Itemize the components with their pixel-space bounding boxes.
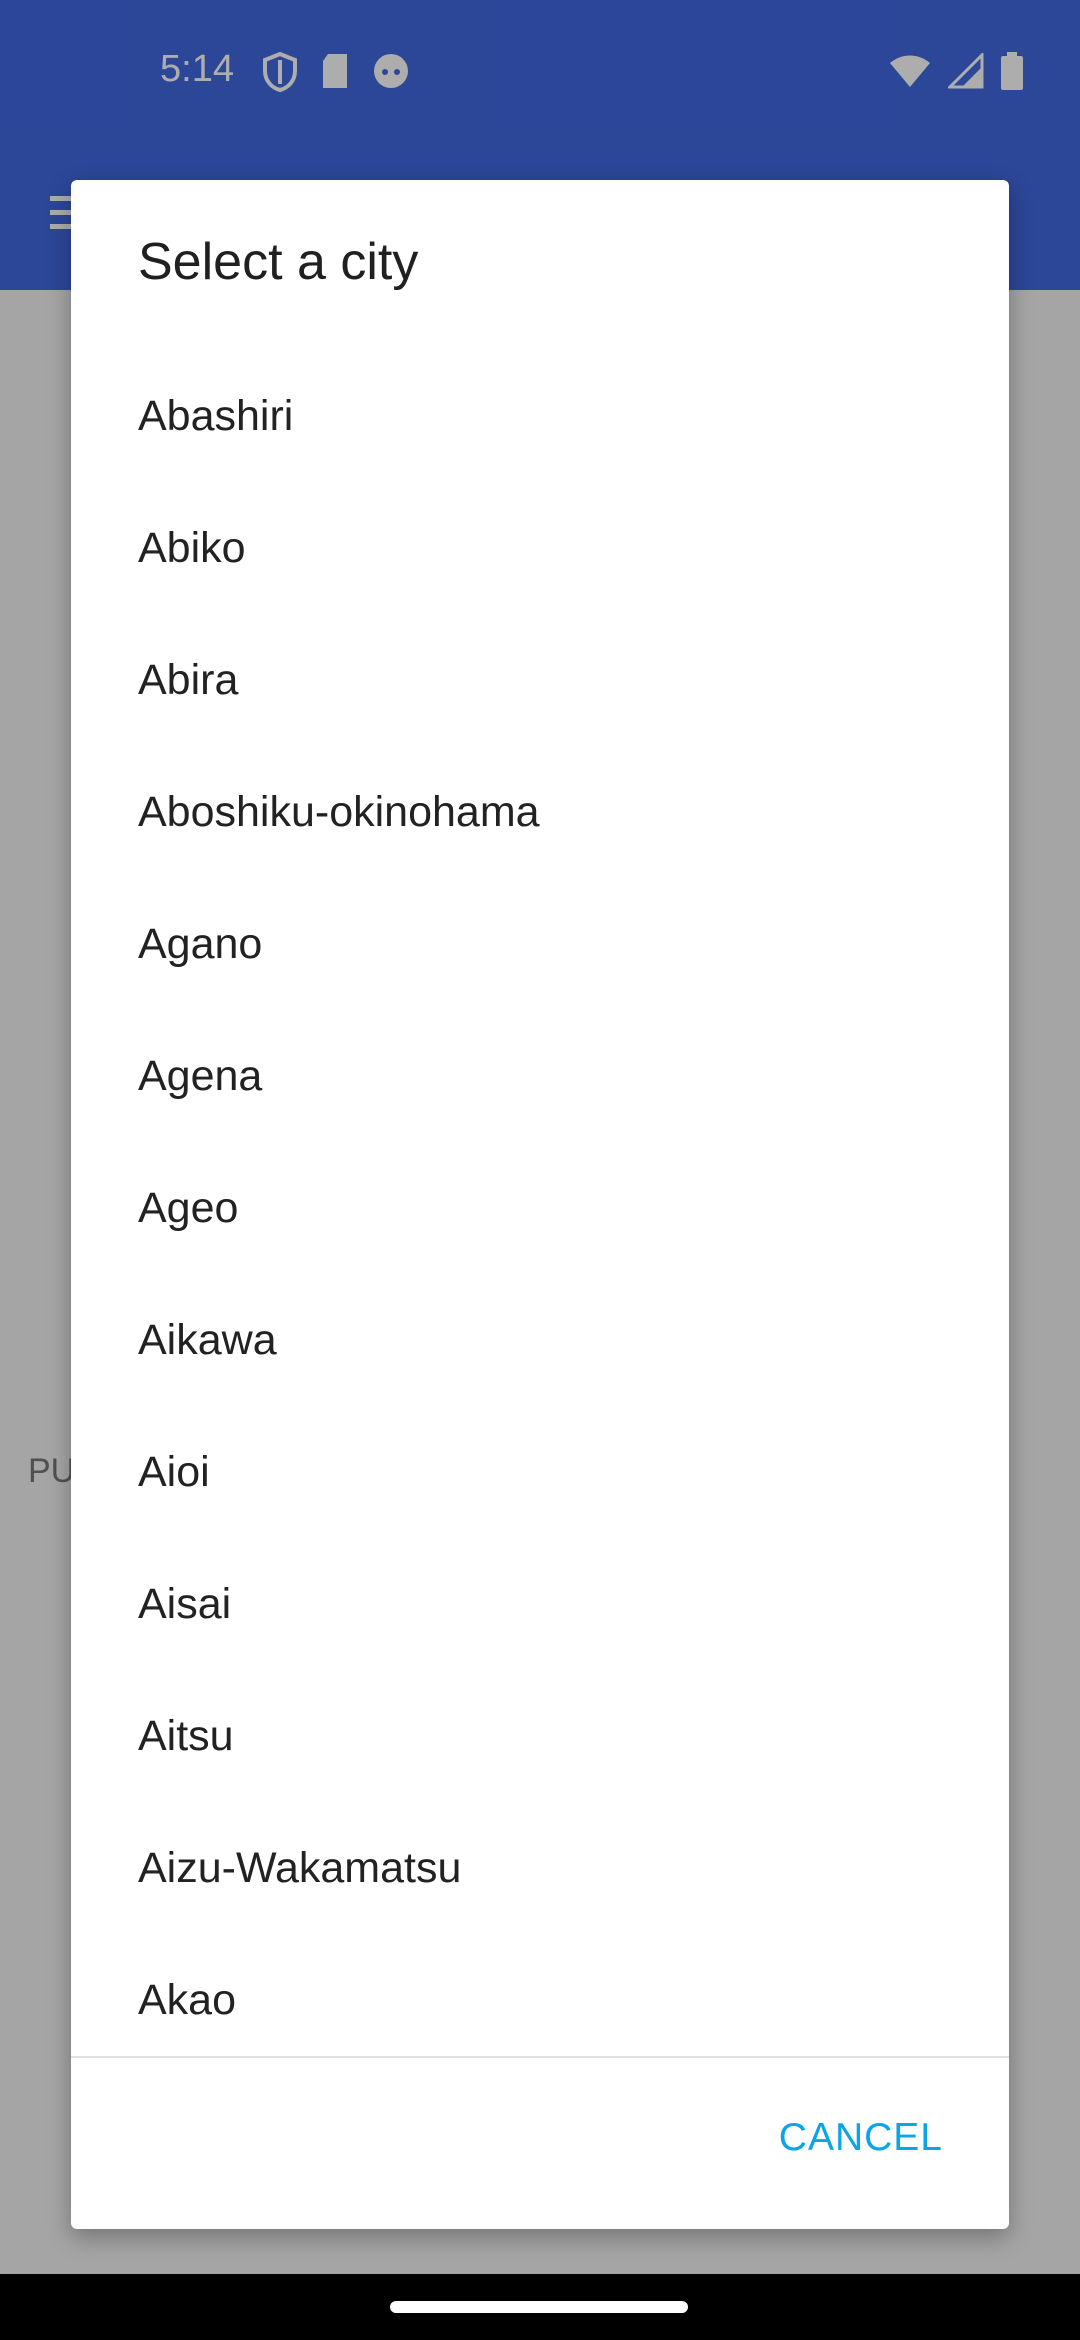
city-item[interactable]: Agena bbox=[71, 1010, 1009, 1142]
city-item[interactable]: Agano bbox=[71, 878, 1009, 1010]
city-item[interactable]: Aitsu bbox=[71, 1670, 1009, 1802]
dialog-title: Select a city bbox=[138, 233, 419, 291]
city-item[interactable]: Akao bbox=[71, 1934, 1009, 2066]
city-item[interactable]: Aisai bbox=[71, 1538, 1009, 1670]
city-select-dialog: Select a city Abashiri Abiko Abira Abosh… bbox=[71, 180, 1009, 2229]
city-item[interactable]: Ageo bbox=[71, 1142, 1009, 1274]
city-item[interactable]: Abashiri bbox=[71, 350, 1009, 482]
home-gesture-handle[interactable] bbox=[390, 2301, 688, 2313]
cancel-button[interactable]: CANCEL bbox=[779, 2116, 943, 2160]
city-item[interactable]: Aikawa bbox=[71, 1274, 1009, 1406]
city-item[interactable]: Abiko bbox=[71, 482, 1009, 614]
city-item[interactable]: Aioi bbox=[71, 1406, 1009, 1538]
city-item[interactable]: Abira bbox=[71, 614, 1009, 746]
city-item[interactable]: Aboshiku-okinohama bbox=[71, 746, 1009, 878]
dialog-divider bbox=[71, 2056, 1009, 2058]
city-list[interactable]: Abashiri Abiko Abira Aboshiku-okinohama … bbox=[71, 350, 1009, 2066]
city-item[interactable]: Aizu-Wakamatsu bbox=[71, 1802, 1009, 1934]
